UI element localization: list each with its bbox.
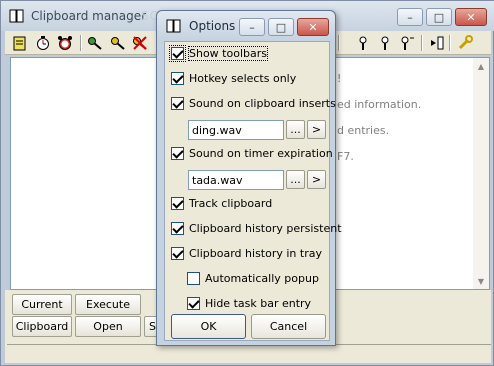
- timer-sound-file-input[interactable]: tada.wav: [188, 170, 284, 190]
- main-window-title: Clipboard manager: [31, 9, 147, 23]
- option-label: Clipboard history persistent: [189, 221, 342, 235]
- content-text-line: ed information.: [337, 98, 422, 111]
- cancel-button[interactable]: Cancel: [251, 314, 326, 339]
- minimize-icon: –: [249, 20, 255, 34]
- option-label: Automatically popup: [205, 271, 319, 285]
- key-list-icon[interactable]: [397, 33, 417, 53]
- options-close-button[interactable]: ✕: [297, 18, 329, 36]
- scroll-down-icon[interactable]: ▼: [473, 273, 489, 289]
- close-button[interactable]: ✕: [455, 8, 487, 26]
- execute-button[interactable]: Execute: [75, 294, 141, 315]
- option-history-in-tray[interactable]: Clipboard history in tray: [171, 244, 322, 262]
- content-text-line: !: [337, 72, 342, 85]
- option-history-persistent[interactable]: Clipboard history persistent: [171, 219, 342, 237]
- timer-sound-browse-button[interactable]: ...: [286, 170, 305, 189]
- option-label: Clipboard history in tray: [189, 246, 322, 260]
- options-title: Options: [189, 19, 236, 33]
- options-minimize-button[interactable]: –: [239, 18, 265, 36]
- close-icon: ✕: [308, 20, 318, 34]
- checkbox[interactable]: [171, 71, 184, 85]
- toolbar-separator: [338, 35, 340, 51]
- open-button[interactable]: Open: [75, 316, 141, 337]
- book-icon: [166, 18, 182, 34]
- option-label: Sound on timer expiration: [189, 146, 333, 160]
- scroll-up-icon[interactable]: ▲: [473, 58, 489, 74]
- options-maximize-button[interactable]: □: [268, 18, 294, 36]
- toolbar-separator: [80, 35, 82, 51]
- key-icon[interactable]: [353, 33, 373, 53]
- option-label: Track clipboard: [189, 196, 273, 210]
- checkbox[interactable]: [171, 246, 184, 260]
- maximize-icon: □: [275, 20, 287, 34]
- yellow-key-icon[interactable]: [108, 33, 128, 53]
- toolbar-separator: [421, 35, 423, 51]
- option-automatically-popup[interactable]: Automatically popup: [187, 269, 319, 287]
- close-icon: ✕: [466, 10, 476, 24]
- option-label: Show toolbars: [188, 45, 268, 61]
- current-button[interactable]: Current: [12, 294, 72, 315]
- minimize-icon: –: [407, 10, 413, 24]
- options-dialog: Options – □ ✕ Show toolbars Hotkey selec…: [156, 10, 342, 346]
- option-label: Sound on clipboard inserts: [189, 96, 336, 110]
- checkbox[interactable]: [171, 196, 184, 210]
- book-icon: [9, 8, 25, 24]
- option-hotkey-selects-only[interactable]: Hotkey selects only: [171, 69, 296, 87]
- checkbox[interactable]: [187, 296, 200, 310]
- checkbox[interactable]: [187, 271, 200, 285]
- minimize-button[interactable]: –: [397, 8, 423, 26]
- checkbox[interactable]: [169, 44, 186, 62]
- option-sound-timer-expiration[interactable]: Sound on timer expiration: [171, 144, 333, 162]
- option-hide-task-bar-entry[interactable]: Hide task bar entry: [187, 294, 311, 312]
- wrench-icon[interactable]: [455, 33, 475, 53]
- alarm-clock-icon[interactable]: [55, 33, 75, 53]
- green-key-icon[interactable]: [85, 33, 105, 53]
- maximize-icon: □: [433, 10, 445, 24]
- timer-icon[interactable]: [33, 33, 53, 53]
- option-track-clipboard[interactable]: Track clipboard: [171, 194, 272, 212]
- insert-sound-play-button[interactable]: >: [307, 120, 326, 139]
- option-label: Hide task bar entry: [205, 296, 312, 310]
- option-label: Hotkey selects only: [189, 71, 297, 85]
- option-sound-clipboard-inserts[interactable]: Sound on clipboard inserts: [171, 94, 336, 112]
- clipboard-button[interactable]: Clipboard: [12, 316, 72, 337]
- options-title-bar[interactable]: Options – □ ✕: [157, 11, 335, 41]
- checkbox[interactable]: [171, 146, 184, 160]
- content-text-line: F7.: [337, 150, 354, 163]
- key-icon-2[interactable]: [375, 33, 395, 53]
- option-show-toolbars[interactable]: Show toolbars: [169, 44, 268, 62]
- status-bar: [7, 344, 491, 362]
- checkbox[interactable]: [171, 221, 184, 235]
- content-text-line: d entries.: [337, 124, 390, 137]
- insert-sound-file-input[interactable]: ding.wav: [188, 120, 284, 140]
- checkbox[interactable]: [171, 96, 184, 110]
- options-body: Show toolbars Hotkey selects only Sound …: [164, 41, 342, 341]
- insert-icon[interactable]: [427, 33, 447, 53]
- delete-key-icon[interactable]: [130, 33, 150, 53]
- timer-sound-play-button[interactable]: >: [307, 170, 326, 189]
- insert-sound-browse-button[interactable]: ...: [286, 120, 305, 139]
- notebook-icon[interactable]: [10, 33, 30, 53]
- ok-button[interactable]: OK: [171, 314, 246, 339]
- maximize-button[interactable]: □: [426, 8, 452, 26]
- vertical-scrollbar[interactable]: ▲ ▼: [473, 58, 489, 289]
- toolbar-separator: [449, 35, 451, 51]
